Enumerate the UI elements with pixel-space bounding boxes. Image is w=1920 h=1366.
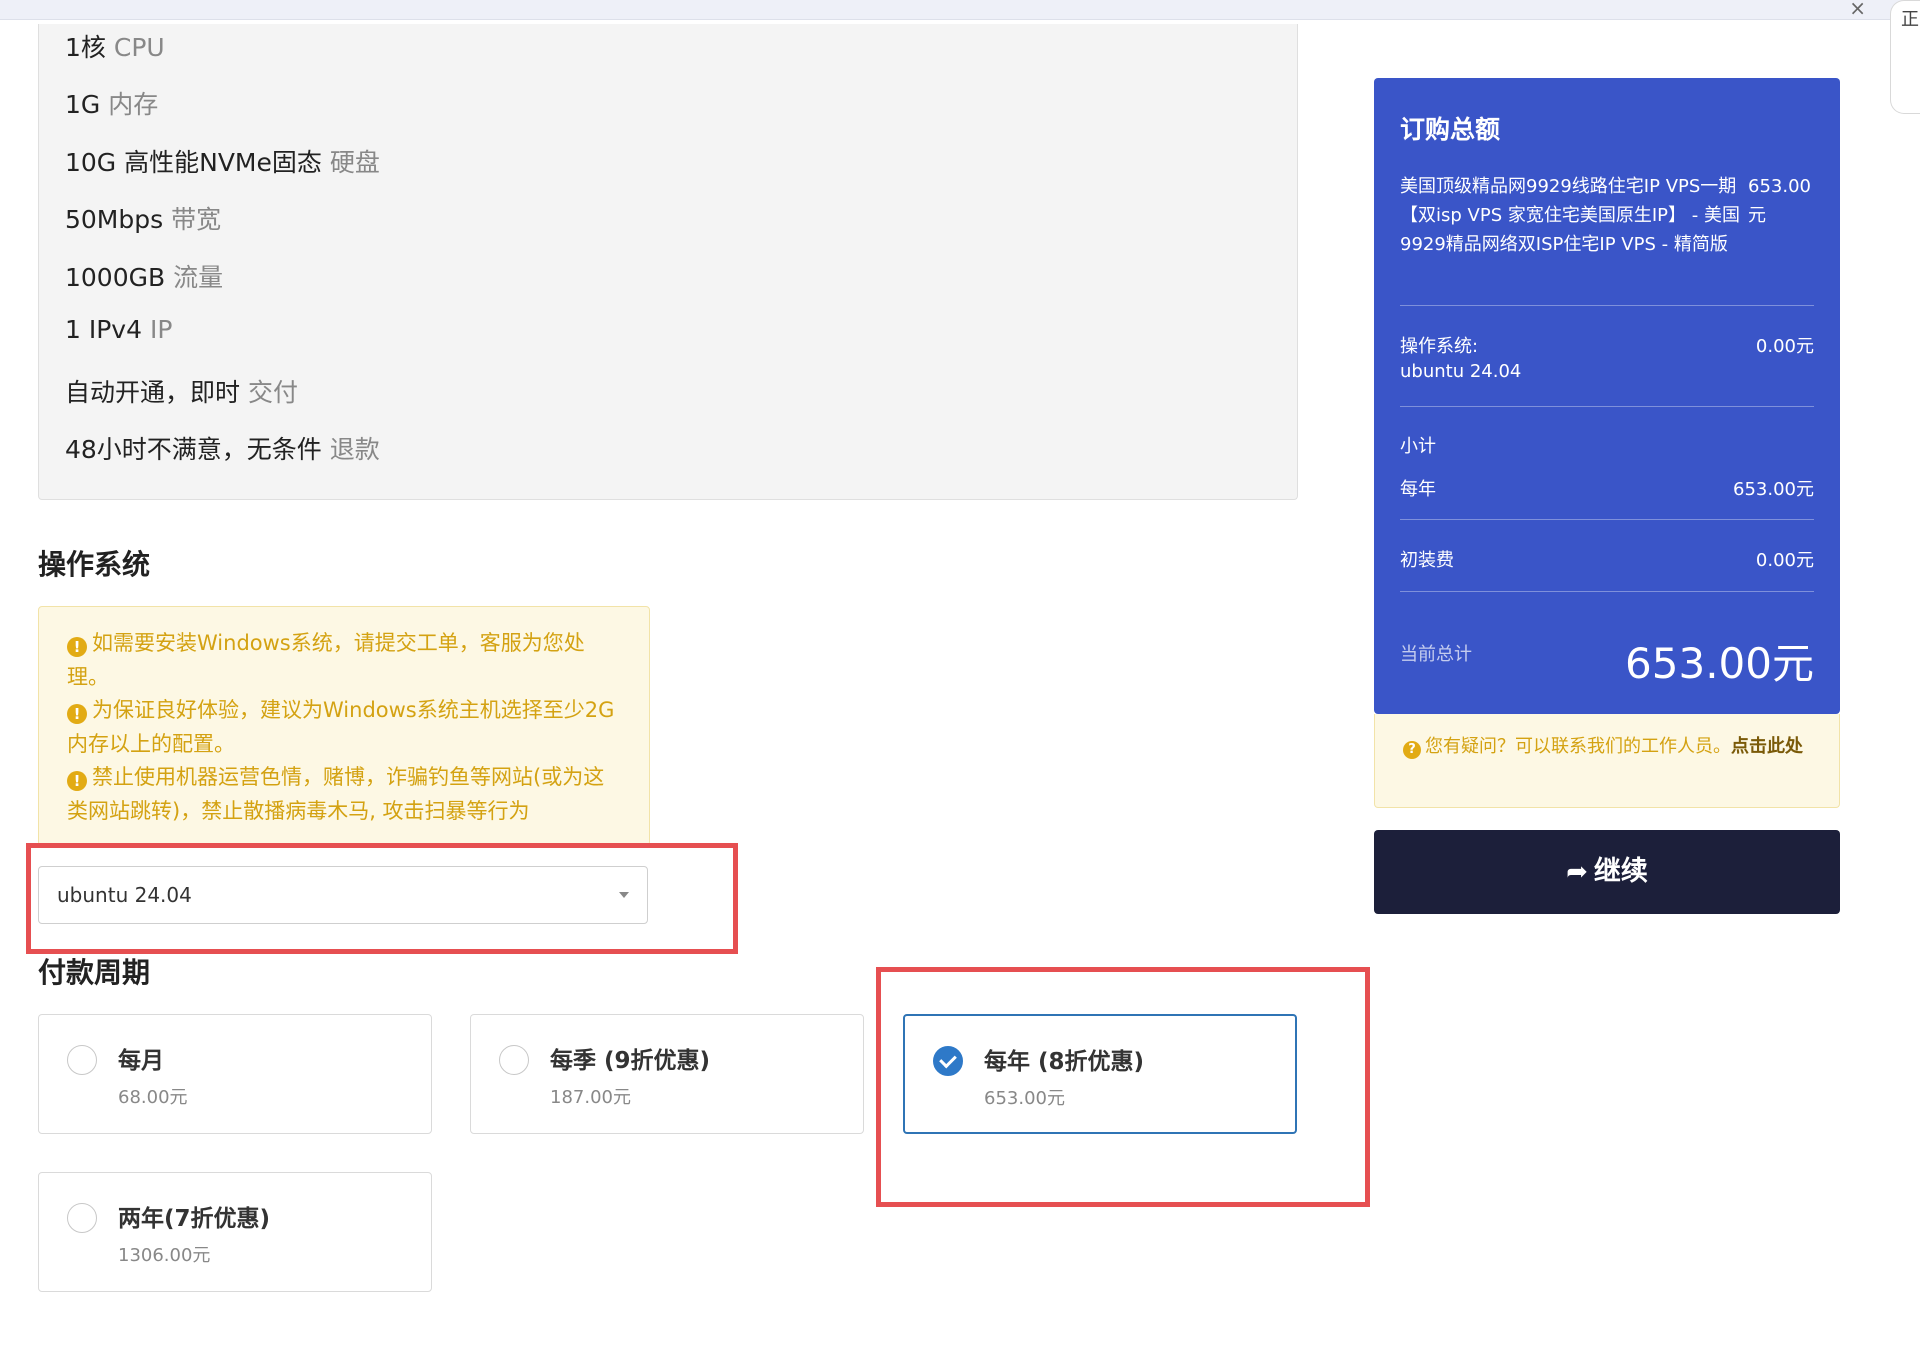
summary-total-label: 当前总计 bbox=[1400, 644, 1472, 665]
summary-setup-label: 初装费 bbox=[1400, 550, 1454, 571]
summary-os-value: ubuntu 24.04 bbox=[1400, 361, 1522, 382]
spec-value: 1000GB bbox=[65, 263, 166, 292]
spec-unit: 内存 bbox=[108, 90, 159, 119]
radio-button[interactable] bbox=[67, 1045, 97, 1075]
summary-setup-price: 0.00元 bbox=[1755, 550, 1814, 571]
continue-label: 继续 bbox=[1593, 856, 1648, 887]
spec-row: 10G 高性能NVMe固态 硬盘 bbox=[65, 143, 380, 179]
radio-button[interactable] bbox=[67, 1203, 97, 1233]
spec-row: 1000GB 流量 bbox=[65, 258, 223, 294]
warning-text: 如需要安装Windows系统，请提交工单，客服为您处理。 bbox=[67, 631, 585, 689]
summary-product-price: 653.00元 bbox=[1748, 176, 1811, 226]
summary-title: 订购总额 bbox=[1400, 115, 1501, 144]
divider bbox=[1400, 406, 1814, 407]
summary-cycle-price: 653.00元 bbox=[1733, 479, 1814, 500]
summary-product-name: 美国顶级精品网9929线路住宅IP VPS一期【双isp VPS 家宽住宅美国原… bbox=[1400, 176, 1740, 255]
divider bbox=[1400, 305, 1814, 306]
product-specs-box: 1核 CPU 1G 内存 10G 高性能NVMe固态 硬盘 50Mbps 带宽 … bbox=[38, 24, 1298, 500]
summary-os-price: 0.00元 bbox=[1755, 336, 1814, 357]
spec-unit: IP bbox=[149, 315, 173, 344]
order-summary-panel: 订购总额 美国顶级精品网9929线路住宅IP VPS一期【双isp VPS 家宽… bbox=[1374, 78, 1840, 714]
spec-value: 48小时不满意，无条件 bbox=[65, 435, 322, 464]
billing-option-price: 187.00元 bbox=[550, 1087, 631, 1108]
spec-value: 1核 bbox=[65, 33, 106, 62]
help-link[interactable]: 点击此处 bbox=[1731, 736, 1803, 757]
warning-line: ! 如需要安装Windows系统，请提交工单，客服为您处理。 bbox=[67, 627, 621, 694]
help-text: 您有疑问？可以联系我们的工作人员。 bbox=[1425, 736, 1731, 757]
spec-unit: 带宽 bbox=[171, 205, 222, 234]
warning-text: 为保证良好体验，建议为Windows系统主机选择至少2G内存以上的配置。 bbox=[67, 698, 615, 756]
spec-unit: 交付 bbox=[247, 378, 298, 407]
spec-unit: CPU bbox=[113, 33, 165, 62]
radio-button[interactable] bbox=[499, 1045, 529, 1075]
summary-cycle-label: 每年 bbox=[1400, 479, 1436, 500]
spec-row: 50Mbps 带宽 bbox=[65, 200, 221, 236]
warning-line: ! 禁止使用机器运营色情，赌博，诈骗钓鱼等网站(或为这类网站跳转)，禁止散播病毒木… bbox=[67, 761, 621, 828]
spec-value: 自动开通，即时 bbox=[65, 378, 241, 407]
close-icon[interactable]: × bbox=[1849, 0, 1866, 20]
continue-button[interactable]: ➦ 继续 bbox=[1374, 830, 1840, 914]
warning-text: 禁止使用机器运营色情，赌博，诈骗钓鱼等网站(或为这类网站跳转)，禁止散播病毒木马… bbox=[67, 765, 605, 823]
summary-os-label: 操作系统: bbox=[1400, 336, 1479, 357]
highlight-box-annual bbox=[876, 967, 1370, 1207]
spec-unit: 流量 bbox=[173, 263, 224, 292]
browser-top-bar: × bbox=[0, 0, 1920, 20]
spec-row: 自动开通，即时 交付 bbox=[65, 373, 298, 409]
billing-section-title: 付款周期 bbox=[38, 956, 151, 989]
spec-value: 1G bbox=[65, 90, 101, 119]
spec-row: 1核 CPU bbox=[65, 28, 165, 64]
billing-option-quarterly[interactable]: 每季 (9折优惠) 187.00元 bbox=[470, 1014, 864, 1134]
summary-total-amount: 653.00元 bbox=[1625, 639, 1814, 688]
os-warning-box: ! 如需要安装Windows系统，请提交工单，客服为您处理。 ! 为保证良好体验，建… bbox=[38, 606, 650, 846]
exclamation-icon: ! bbox=[67, 771, 87, 791]
share-arrow-icon: ➦ bbox=[1566, 857, 1588, 887]
spec-value: 1 IPv4 bbox=[65, 315, 143, 344]
os-section-title: 操作系统 bbox=[38, 548, 151, 581]
spec-unit: 硬盘 bbox=[329, 148, 380, 177]
billing-option-name: 每季 (9折优惠) bbox=[550, 1048, 711, 1074]
billing-option-biennially[interactable]: 两年(7折优惠) 1306.00元 bbox=[38, 1172, 432, 1292]
warning-line: ! 为保证良好体验，建议为Windows系统主机选择至少2G内存以上的配置。 bbox=[67, 694, 621, 761]
billing-option-monthly[interactable]: 每月 68.00元 bbox=[38, 1014, 432, 1134]
help-box: ? 您有疑问？可以联系我们的工作人员。点击此处 bbox=[1374, 714, 1840, 808]
question-icon: ? bbox=[1403, 741, 1421, 759]
billing-option-price: 68.00元 bbox=[118, 1087, 188, 1108]
billing-option-name: 每月 bbox=[118, 1048, 164, 1074]
spec-unit: 退款 bbox=[329, 435, 380, 464]
spec-row: 1 IPv4 IP bbox=[65, 315, 172, 344]
billing-option-price: 1306.00元 bbox=[118, 1245, 211, 1266]
spec-value: 10G 高性能NVMe固态 bbox=[65, 148, 322, 177]
billing-option-name: 两年(7折优惠) bbox=[118, 1206, 271, 1232]
exclamation-icon: ! bbox=[67, 704, 87, 724]
spec-row: 1G 内存 bbox=[65, 85, 158, 121]
side-panel-edge[interactable]: 正 bbox=[1890, 0, 1920, 114]
highlight-box-os bbox=[26, 843, 738, 954]
spec-row: 48小时不满意，无条件 退款 bbox=[65, 430, 380, 466]
spec-value: 50Mbps bbox=[65, 205, 164, 234]
summary-subtotal-label: 小计 bbox=[1400, 436, 1436, 457]
divider bbox=[1400, 519, 1814, 520]
divider bbox=[1400, 591, 1814, 592]
exclamation-icon: ! bbox=[67, 637, 87, 657]
side-panel-text: 正 bbox=[1901, 9, 1919, 30]
